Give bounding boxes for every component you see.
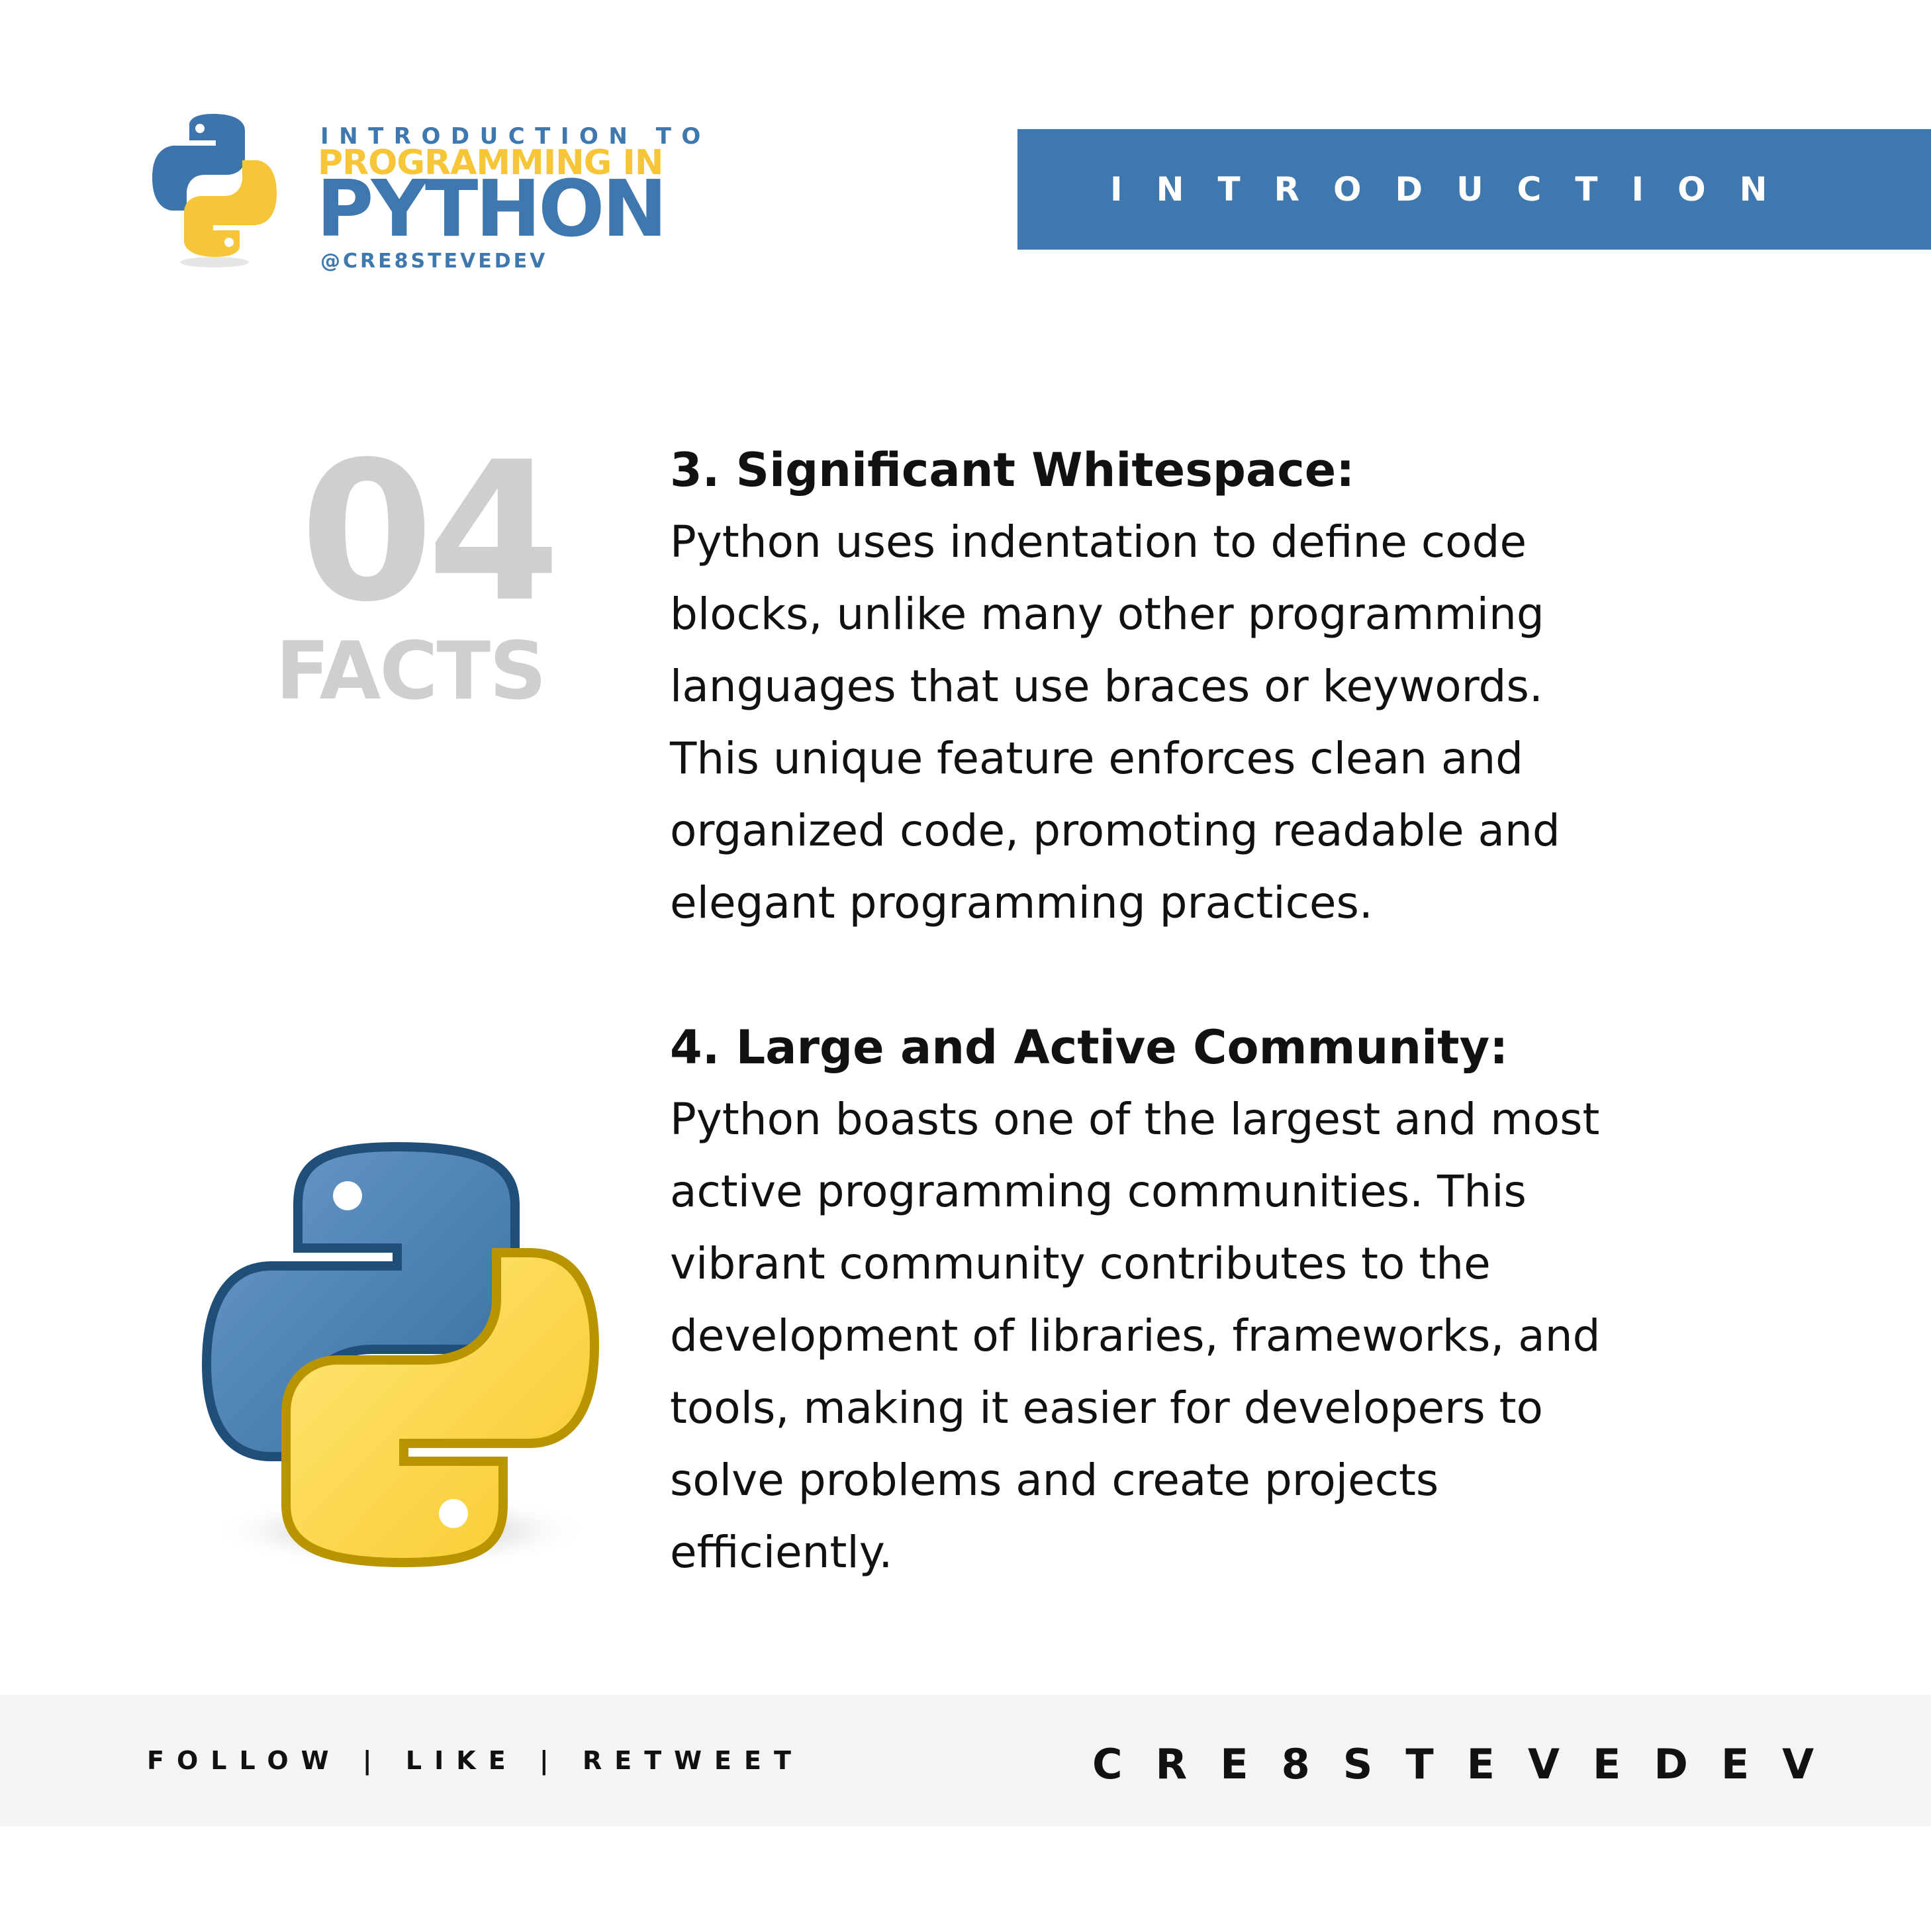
fact-body-line: tools, making it easier for developers t… [670,1382,1543,1433]
section-banner-label: INTRODUCTION [1110,170,1801,209]
fact-body-line: This unique feature enforces clean and [670,733,1524,784]
fact-body-line: Python uses indentation to define code [670,516,1527,567]
fact-title: 4. Large and Active Community: [670,1020,1509,1075]
fact-body-line: solve problems and create projects [670,1455,1439,1506]
fact-item: 4. Large and Active Community: Python bo… [670,1012,1835,1588]
section-banner: INTRODUCTION [1017,129,1931,250]
fact-body-line: active programming communities. This [670,1166,1527,1217]
fact-body-line: development of libraries, frameworks, an… [670,1310,1601,1361]
fact-body-line: vibrant community contributes to the [670,1238,1491,1289]
fact-body-line: organized code, promoting readable and [670,805,1560,856]
python-logo-large-icon [199,1139,602,1589]
fact-item: 3. Significant Whitespace: Python uses i… [670,434,1835,939]
footer-bar: FOLLOW | LIKE | RETWEET CRE8STEVEDEV [0,1695,1931,1826]
python-logo-icon [148,111,281,270]
brand-handle: @CRE8STEVEDEV [320,250,548,273]
fact-title: 3. Significant Whitespace: [670,443,1355,497]
footer-actions: FOLLOW | LIKE | RETWEET [147,1746,804,1775]
fact-body-line: blocks, unlike many other programming [670,589,1544,640]
facts-count: 04 [300,421,561,644]
facts-caption: FACTS [275,626,546,718]
fact-body-line: efficiently. [670,1527,893,1578]
footer-brand: CRE8STEVEDEV [1092,1740,1848,1788]
fact-body-line: elegant programming practices. [670,877,1373,928]
brand-title: PYTHON [316,163,667,254]
fact-body-line: Python boasts one of the largest and mos… [670,1094,1600,1145]
fact-body-line: languages that use braces or keywords. [670,661,1543,712]
